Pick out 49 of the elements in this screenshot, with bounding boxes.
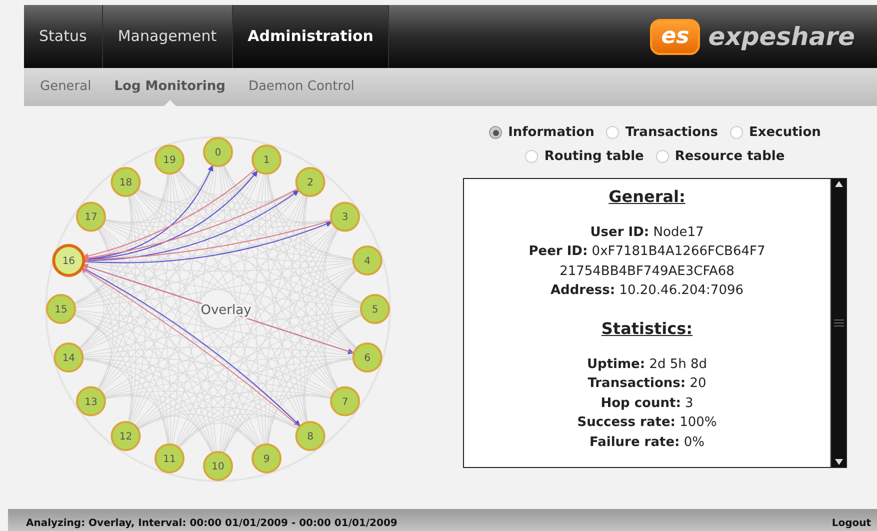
graph-node[interactable]: 16 xyxy=(52,244,86,277)
nav-tab[interactable]: Administration xyxy=(232,5,390,68)
section-heading: Statistics: xyxy=(601,318,693,339)
graph-node[interactable]: 4 xyxy=(352,245,382,276)
scroll-up-icon[interactable] xyxy=(834,181,842,187)
graph-node[interactable]: 6 xyxy=(352,342,382,373)
graph-node[interactable]: 19 xyxy=(154,144,184,175)
status-text: Analyzing: Overlay, Interval: 00:00 01/01/2009 - 00:00 01/01/2009 xyxy=(26,516,398,530)
sub-nav-tab[interactable]: General xyxy=(40,78,92,96)
sub-nav-tab[interactable]: Daemon Control xyxy=(248,78,354,96)
graph-node[interactable]: 2 xyxy=(295,166,326,197)
view-radio[interactable]: Information xyxy=(489,123,594,142)
graph-node[interactable]: 5 xyxy=(360,294,390,324)
scroll-grip-icon[interactable] xyxy=(834,319,844,327)
graph-node[interactable]: 17 xyxy=(76,202,106,232)
graph-node[interactable]: 10 xyxy=(203,451,233,481)
view-radio[interactable]: Routing table xyxy=(525,146,644,166)
graph-node[interactable]: 13 xyxy=(76,386,106,416)
logout-link[interactable]: Logout xyxy=(832,516,871,530)
info-line: Transactions: 20 xyxy=(588,375,706,394)
scroll-down-icon[interactable] xyxy=(834,459,842,465)
info-line: User ID: Node17 xyxy=(590,224,704,242)
graph-node[interactable]: 8 xyxy=(295,421,326,452)
graph-node[interactable]: 11 xyxy=(154,443,184,474)
info-line: Address: 10.20.46.204:7096 xyxy=(550,282,744,300)
info-line: Success rate: 100% xyxy=(577,414,717,432)
logo-mark: es xyxy=(650,18,700,54)
graph-node[interactable]: 14 xyxy=(54,342,84,373)
sub-nav-tab[interactable]: Log Monitoring xyxy=(114,78,226,96)
graph-node[interactable]: 12 xyxy=(110,421,141,452)
section-heading: General: xyxy=(608,187,686,207)
info-line: Peer ID: 0xF7181B4A1266FCB64F7 xyxy=(528,243,766,262)
scrollbar[interactable] xyxy=(830,179,846,467)
logo-text: expeshare xyxy=(708,20,855,53)
graph-node[interactable]: 3 xyxy=(330,202,360,232)
view-radio[interactable]: Execution xyxy=(730,123,821,142)
graph-node[interactable]: 7 xyxy=(330,386,360,416)
info-line: 21754BB4BF749AE3CFA68 xyxy=(560,262,734,281)
graph-node[interactable]: 1 xyxy=(252,144,282,175)
graph-node[interactable]: 15 xyxy=(46,294,76,324)
view-radio[interactable]: Resource table xyxy=(656,146,785,166)
graph-node[interactable]: 9 xyxy=(252,443,282,474)
info-line: Uptime: 2d 5h 8d xyxy=(586,356,708,374)
info-line: Failure rate: 0% xyxy=(590,434,704,452)
tab-pointer-icon xyxy=(164,100,176,106)
graph-node[interactable]: 0 xyxy=(203,137,233,167)
info-line: Hop count: 3 xyxy=(600,394,694,413)
view-radio[interactable]: Transactions xyxy=(606,123,718,142)
graph-node[interactable]: 18 xyxy=(110,166,141,197)
